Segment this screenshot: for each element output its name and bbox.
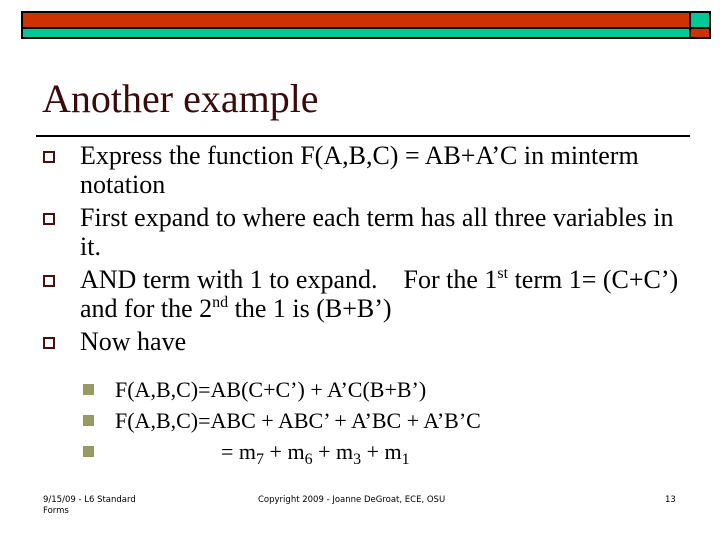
bullet-item: Now have <box>40 327 690 356</box>
expr-part: + m <box>361 439 402 464</box>
minterm-subscript: 1 <box>401 451 410 468</box>
ordinal-superscript: nd <box>212 294 229 311</box>
hollow-square-bullet-icon <box>43 275 55 287</box>
top-bar-teal-band <box>21 27 691 39</box>
minterm-expression: = m7 + m6 + m3 + m1 <box>221 439 410 468</box>
bullet-item: First expand to where each term has all … <box>40 203 690 261</box>
sub-bullet-item: F(A,B,C)=ABC + ABC’ + A’BC + A’B’C <box>80 405 680 436</box>
slide-page-number: 13 <box>665 495 676 505</box>
bullet-text-part: the 1 is (B+B’) <box>228 294 392 323</box>
ordinal-superscript: st <box>497 265 509 282</box>
filled-square-bullet-icon <box>83 384 94 395</box>
slide-title: Another example <box>42 76 319 121</box>
minterm-subscript: 3 <box>353 451 362 468</box>
bullet-item: AND term with 1 to expand. For the 1st t… <box>40 265 690 323</box>
bullet-text-part: AND term with 1 to expand. For the 1 <box>80 265 498 294</box>
footer-copyright: Copyright 2009 - Joanne DeGroat, ECE, OS… <box>258 495 446 505</box>
expr-part: = m <box>221 439 257 464</box>
bullet-text: First expand to where each term has all … <box>80 203 674 261</box>
hollow-square-bullet-icon <box>43 151 55 163</box>
sub-bullet-item: = m7 + m6 + m3 + m1 <box>80 436 680 468</box>
bullet-text: Express the function F(A,B,C) = AB+A’C i… <box>80 141 639 199</box>
sub-bullet-list: F(A,B,C)=AB(C+C’) + A’C(B+B’) F(A,B,C)=A… <box>80 374 680 468</box>
hollow-square-bullet-icon <box>43 213 55 225</box>
minterm-subscript: 6 <box>304 451 313 468</box>
expr-part: + m <box>264 439 305 464</box>
sub-bullet-text: F(A,B,C)=ABC + ABC’ + A’BC + A’B’C <box>115 408 481 433</box>
footer-date-topic: 9/15/09 - L6 Standard Forms <box>43 495 136 516</box>
sub-bullet-item: F(A,B,C)=AB(C+C’) + A’C(B+B’) <box>80 374 680 405</box>
expr-part: + m <box>312 439 354 464</box>
bullet-item: Express the function F(A,B,C) = AB+A’C i… <box>40 141 690 199</box>
minterm-subscript: 7 <box>256 451 265 468</box>
decorative-top-bar <box>21 11 711 39</box>
title-divider <box>36 135 690 137</box>
bullet-text: Now have <box>80 327 187 356</box>
bullet-list: Express the function F(A,B,C) = AB+A’C i… <box>40 141 690 360</box>
filled-square-bullet-icon <box>83 415 94 426</box>
filled-square-bullet-icon <box>83 446 94 457</box>
top-bar-red-square <box>689 27 711 39</box>
sub-bullet-text: F(A,B,C)=AB(C+C’) + A’C(B+B’) <box>115 377 427 402</box>
bullet-text: AND term with 1 to expand. For the 1st t… <box>80 265 678 323</box>
hollow-square-bullet-icon <box>43 337 55 349</box>
